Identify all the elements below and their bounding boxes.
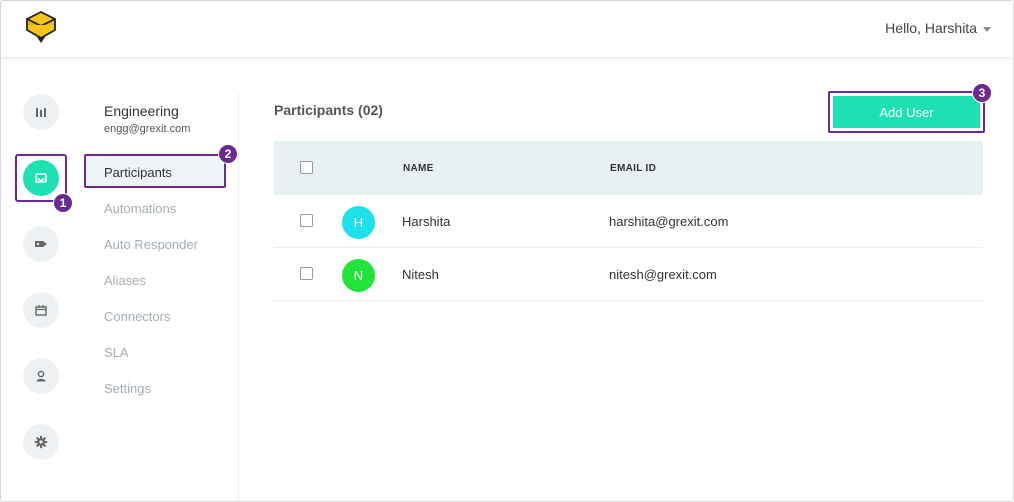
user-menu[interactable]: Hello, Harshita [885, 20, 991, 36]
participant-name: Harshita [402, 214, 451, 229]
tag-icon [35, 241, 47, 247]
inbox-icon [35, 173, 47, 183]
select-all-checkbox[interactable] [300, 161, 313, 174]
nav-item-sla[interactable]: SLA [104, 345, 129, 360]
analytics-icon [36, 108, 46, 117]
add-user-button[interactable]: Add User [833, 96, 980, 128]
page-title: Participants (02) [274, 102, 383, 118]
nav-item-participants[interactable]: Participants [104, 165, 172, 180]
step-badge-1: 1 [53, 193, 73, 213]
icon-rail: 1 [1, 57, 81, 501]
settings-subnav: Engineering engg@grexit.com 2 Participan… [81, 91, 239, 501]
cube-logo-icon[interactable] [25, 10, 57, 44]
rail-user-button[interactable] [23, 358, 59, 394]
table-row[interactable]: H Harshita harshita@grexit.com [274, 195, 983, 248]
top-bar: Hello, Harshita [1, 1, 1013, 57]
nav-item-connectors[interactable]: Connectors [104, 309, 170, 324]
team-email: engg@grexit.com [104, 123, 191, 135]
row-checkbox[interactable] [300, 214, 313, 227]
participant-email: nitesh@grexit.com [609, 267, 717, 282]
participant-name: Nitesh [402, 267, 439, 282]
participant-email: harshita@grexit.com [609, 214, 729, 229]
rail-analytics-button[interactable] [23, 94, 59, 130]
avatar: N [342, 259, 375, 292]
nav-item-automations[interactable]: Automations [104, 201, 176, 216]
participants-table: NAME EMAIL ID H Harshita harshita@grexit… [274, 141, 983, 301]
rail-inbox-button[interactable] [23, 160, 59, 196]
nav-item-aliases[interactable]: Aliases [104, 273, 146, 288]
nav-item-settings[interactable]: Settings [104, 381, 151, 396]
rail-calendar-button[interactable] [23, 292, 59, 328]
avatar: H [342, 206, 375, 239]
gear-icon [34, 435, 48, 449]
nav-item-auto-responder[interactable]: Auto Responder [104, 237, 198, 252]
chevron-down-icon [983, 26, 991, 32]
table-row[interactable]: N Nitesh nitesh@grexit.com [274, 248, 983, 301]
calendar-icon [35, 305, 47, 316]
step-badge-2: 2 [218, 144, 238, 164]
team-name: Engineering [104, 103, 179, 119]
user-icon [36, 370, 46, 382]
column-header-name: NAME [403, 163, 434, 174]
row-checkbox[interactable] [300, 267, 313, 280]
column-header-email: EMAIL ID [610, 163, 657, 174]
add-user-highlight-frame: Add User [828, 91, 985, 133]
table-header: NAME EMAIL ID [274, 141, 983, 195]
rail-settings-button[interactable] [23, 424, 59, 460]
greeting-text: Hello, Harshita [885, 20, 977, 36]
rail-tag-button[interactable] [23, 226, 59, 262]
app-window: Hello, Harshita 1 Engineering engg@grexi… [0, 0, 1014, 502]
step-badge-3: 3 [972, 83, 992, 103]
